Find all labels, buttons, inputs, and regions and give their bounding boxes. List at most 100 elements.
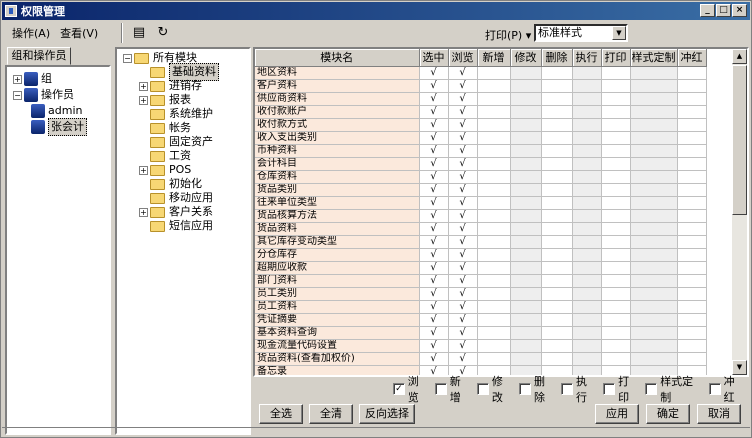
invert-selection-button[interactable]: 反向选择: [359, 404, 415, 424]
select-cell[interactable]: √: [419, 118, 449, 132]
browse-cell[interactable]: √: [448, 170, 478, 184]
maximize-button[interactable]: □: [716, 4, 731, 17]
table-row[interactable]: 币种资料 √ √: [255, 144, 707, 158]
permission-cell[interactable]: [601, 157, 631, 171]
permission-cell[interactable]: [541, 92, 573, 106]
permission-cell[interactable]: [601, 79, 631, 93]
permission-cell[interactable]: [541, 235, 573, 249]
tree-item[interactable]: 张会计: [31, 118, 87, 136]
permission-cell[interactable]: [630, 92, 678, 106]
permission-cell[interactable]: [630, 66, 678, 80]
table-row[interactable]: 员工类别 √ √: [255, 287, 707, 301]
permission-cell[interactable]: [677, 339, 707, 353]
properties-icon[interactable]: ▤: [131, 25, 147, 41]
select-cell[interactable]: √: [419, 170, 449, 184]
cancel-button[interactable]: 取消: [697, 404, 741, 424]
permission-cell[interactable]: [477, 183, 511, 197]
column-header[interactable]: 打印: [601, 49, 631, 67]
scroll-thumb[interactable]: [732, 65, 747, 215]
vertical-scrollbar[interactable]: ▲ ▼: [732, 49, 747, 375]
permission-cell[interactable]: [477, 352, 511, 366]
select-cell[interactable]: √: [419, 157, 449, 171]
table-row[interactable]: 收付款账户 √ √: [255, 105, 707, 119]
module-tree-item[interactable]: 基础资料: [139, 63, 219, 81]
permission-cell[interactable]: [601, 326, 631, 340]
select-cell[interactable]: √: [419, 300, 449, 314]
permission-cell[interactable]: [510, 222, 542, 236]
select-cell[interactable]: √: [419, 144, 449, 158]
permission-cell[interactable]: [541, 131, 573, 145]
module-tree-item[interactable]: + POS: [139, 163, 191, 177]
permission-cell[interactable]: [510, 313, 542, 327]
permission-cell[interactable]: [630, 339, 678, 353]
permission-cell[interactable]: [601, 222, 631, 236]
module-tree-item[interactable]: + 报表: [139, 93, 191, 107]
chevron-down-icon[interactable]: ▼: [612, 26, 626, 40]
permission-cell[interactable]: [677, 261, 707, 275]
permission-cell[interactable]: [572, 235, 602, 249]
permission-cell[interactable]: [601, 287, 631, 301]
select-cell[interactable]: √: [419, 261, 449, 275]
permission-cell[interactable]: [630, 79, 678, 93]
permission-cell[interactable]: [677, 235, 707, 249]
permission-cell[interactable]: [541, 79, 573, 93]
permission-cell[interactable]: [510, 352, 542, 366]
permission-cell[interactable]: [630, 300, 678, 314]
column-header[interactable]: 冲红: [677, 49, 707, 67]
menu-action[interactable]: 操作(A): [12, 25, 50, 41]
tab-group-operator[interactable]: 组和操作员: [7, 47, 71, 65]
permission-cell[interactable]: [572, 313, 602, 327]
permission-cell[interactable]: [572, 222, 602, 236]
permission-cell[interactable]: [510, 326, 542, 340]
select-cell[interactable]: √: [419, 287, 449, 301]
permission-cell[interactable]: [677, 144, 707, 158]
permission-cell[interactable]: [541, 105, 573, 119]
print-style-select[interactable]: 标准样式 ▼: [534, 24, 628, 42]
permission-cell[interactable]: [601, 183, 631, 197]
permission-cell[interactable]: [677, 209, 707, 223]
permission-cell[interactable]: [541, 209, 573, 223]
browse-cell[interactable]: √: [448, 248, 478, 262]
permission-cell[interactable]: [601, 274, 631, 288]
permission-cell[interactable]: [677, 222, 707, 236]
permission-cell[interactable]: [572, 183, 602, 197]
permission-cell[interactable]: [477, 209, 511, 223]
browse-cell[interactable]: √: [448, 209, 478, 223]
permission-cell[interactable]: [630, 170, 678, 184]
permission-cell[interactable]: [601, 209, 631, 223]
tree-item[interactable]: − 操作员: [13, 87, 74, 103]
permission-cell[interactable]: [630, 313, 678, 327]
browse-cell[interactable]: √: [448, 339, 478, 353]
permission-cell[interactable]: [572, 287, 602, 301]
permission-cell[interactable]: [510, 92, 542, 106]
permission-cell[interactable]: [572, 66, 602, 80]
browse-cell[interactable]: √: [448, 131, 478, 145]
table-row[interactable]: 基本资料查询 √ √: [255, 326, 707, 340]
permission-cell[interactable]: [572, 248, 602, 262]
module-tree-item[interactable]: 系统维护: [139, 107, 213, 121]
permission-cell[interactable]: [510, 144, 542, 158]
permission-cell[interactable]: [510, 131, 542, 145]
permission-cell[interactable]: [572, 326, 602, 340]
column-header[interactable]: 修改: [510, 49, 542, 67]
select-cell[interactable]: √: [419, 352, 449, 366]
table-row[interactable]: 收付款方式 √ √: [255, 118, 707, 132]
expander-icon[interactable]: −: [13, 90, 22, 100]
select-cell[interactable]: √: [419, 339, 449, 353]
table-row[interactable]: 超期应收款 √ √: [255, 261, 707, 275]
permission-cell[interactable]: [601, 339, 631, 353]
permission-checkbox[interactable]: [435, 383, 447, 395]
permission-cell[interactable]: [572, 105, 602, 119]
select-cell[interactable]: √: [419, 92, 449, 106]
scroll-up-icon[interactable]: ▲: [732, 49, 747, 64]
permission-cell[interactable]: [477, 261, 511, 275]
permission-cell[interactable]: [677, 79, 707, 93]
permission-cell[interactable]: [541, 352, 573, 366]
browse-cell[interactable]: √: [448, 300, 478, 314]
permission-cell[interactable]: [677, 183, 707, 197]
browse-cell[interactable]: √: [448, 183, 478, 197]
browse-cell[interactable]: √: [448, 66, 478, 80]
permission-cell[interactable]: [677, 313, 707, 327]
table-row[interactable]: 地区资料 √ √: [255, 66, 707, 80]
permission-cell[interactable]: [630, 287, 678, 301]
